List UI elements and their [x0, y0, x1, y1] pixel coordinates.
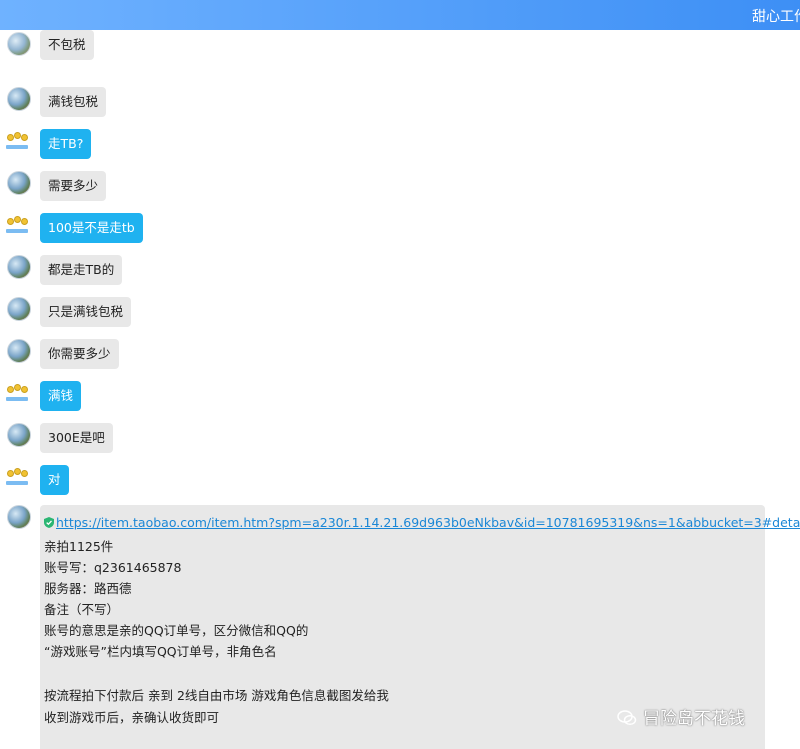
- shop-coins-avatar: [6, 383, 30, 401]
- customer-avatar: [7, 32, 31, 56]
- shop-coins-avatar: [6, 131, 30, 149]
- message-bubble: 只是满钱包税: [40, 297, 132, 327]
- customer-avatar: [7, 339, 31, 363]
- shop-title: 甜心工作: [752, 9, 800, 25]
- customer-avatar: [7, 171, 31, 195]
- taobao-item-link[interactable]: https://item.taobao.com/item.htm?spm=a23…: [56, 515, 800, 530]
- message-bubble: 满钱包税: [40, 87, 107, 117]
- message-bubble: 不包税: [40, 30, 94, 60]
- order-text-line: “游戏账号”栏内填写QQ订单号，非角色名: [44, 644, 277, 659]
- message-bubble: 满钱: [40, 381, 82, 411]
- customer-avatar: [7, 423, 31, 447]
- message-bubble: 你需要多少: [40, 339, 119, 369]
- window-header: 甜心工作: [0, 0, 800, 30]
- order-text-line: 收到游戏币后，亲确认收货即可: [44, 710, 220, 725]
- chat-area[interactable]: 不包税 满钱包税 走TB? 需要多少 100是不是走tb 都是走TB的 只是满钱…: [0, 30, 800, 749]
- message-bubble: 需要多少: [40, 171, 107, 201]
- shop-coins-avatar: [6, 467, 30, 485]
- message-bubble: 对: [40, 465, 69, 495]
- message-bubble: 100是不是走tb: [40, 213, 143, 243]
- order-text-line: 账号的意思是亲的QQ订单号，区分微信和QQ的: [44, 623, 309, 638]
- order-text-line: 备注（不写）: [44, 602, 120, 617]
- order-text-line: 账号写：q2361465878: [44, 560, 182, 575]
- customer-avatar: [7, 255, 31, 279]
- message-bubble: 走TB?: [40, 129, 92, 159]
- customer-avatar: [7, 297, 31, 321]
- order-link-line[interactable]: https://item.taobao.com/item.htm?spm=a23…: [44, 515, 800, 530]
- shop-coins-avatar: [6, 215, 30, 233]
- customer-avatar: [7, 87, 31, 111]
- watermark: 冒险岛不花钱: [617, 704, 745, 729]
- wechat-icon: [617, 710, 637, 726]
- order-text-line: 服务器：路西德: [44, 581, 132, 596]
- order-text-line: 亲拍1125件: [44, 539, 114, 554]
- customer-avatar: [7, 505, 31, 529]
- message-bubble: 300E是吧: [40, 423, 113, 453]
- order-text-line: 按流程拍下付款后 亲到 2线自由市场 游戏角色信息截图发给我: [44, 688, 389, 703]
- message-bubble: 都是走TB的: [40, 255, 123, 285]
- watermark-text: 冒险岛不花钱: [643, 709, 745, 729]
- shield-check-icon: [44, 517, 54, 528]
